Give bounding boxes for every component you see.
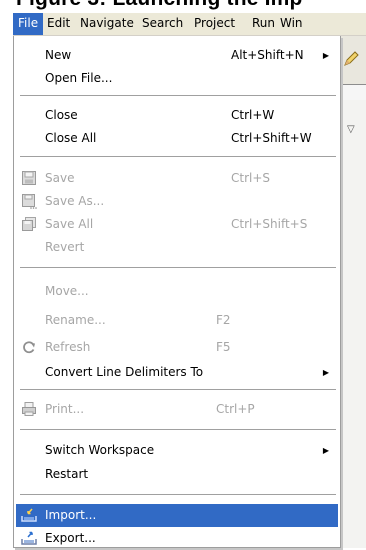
menu-item-label: Save All	[45, 217, 94, 231]
menu-item-shortcut: Ctrl+Shift+S	[231, 217, 308, 231]
menu-window[interactable]: Win	[275, 13, 308, 35]
menu-item-label: Save As...	[45, 194, 105, 208]
export-icon	[21, 531, 37, 545]
printer-icon	[22, 402, 36, 416]
menu-item-shortcut: Alt+Shift+N	[231, 48, 304, 62]
menu-separator	[20, 389, 336, 391]
refresh-icon	[23, 341, 35, 354]
menu-item-label: Revert	[45, 240, 85, 254]
menu-item-restart[interactable]: Restart	[16, 463, 338, 486]
menu-item-revert[interactable]: Revert	[16, 236, 338, 259]
menu-search[interactable]: Search	[137, 13, 188, 35]
menu-edit[interactable]: Edit	[42, 13, 75, 35]
menu-item-rename[interactable]: Rename... F2	[16, 309, 338, 332]
menu-item-save[interactable]: Save Ctrl+S	[16, 167, 338, 190]
submenu-arrow-icon: ▶	[322, 446, 329, 455]
menu-item-label: New	[45, 48, 72, 62]
menu-item-shortcut: Ctrl+P	[216, 402, 255, 416]
file-menu-dropdown: New Alt+Shift+N ▶ Open File... Close Ctr…	[13, 36, 341, 548]
menu-item-print[interactable]: Print... Ctrl+P	[16, 398, 338, 421]
menu-item-label: Save	[45, 171, 75, 185]
save-as-icon	[22, 194, 37, 209]
menu-separator	[20, 429, 336, 431]
submenu-arrow-icon: ▶	[322, 368, 329, 377]
view-panel	[342, 100, 366, 548]
menu-item-label: Close All	[45, 131, 97, 145]
view-menu-icon[interactable]: ▽	[347, 124, 355, 135]
menu-item-new[interactable]: New Alt+Shift+N ▶	[16, 44, 338, 67]
menu-item-label: Refresh	[45, 340, 91, 354]
menu-item-convert-line-delimiters[interactable]: Convert Line Delimiters To ▶	[16, 361, 338, 384]
menu-item-label: Print...	[45, 402, 85, 416]
menu-item-refresh[interactable]: Refresh F5	[16, 336, 338, 359]
menu-item-label: Move...	[45, 284, 89, 298]
submenu-arrow-icon: ▶	[322, 51, 329, 60]
save-icon	[22, 171, 36, 185]
save-all-icon	[22, 217, 36, 231]
menu-item-label: Import...	[45, 508, 97, 522]
menu-file[interactable]: File	[13, 13, 44, 35]
menu-separator	[20, 267, 336, 269]
menu-item-close-all[interactable]: Close All Ctrl+Shift+W	[16, 127, 338, 150]
menu-item-shortcut: F5	[216, 340, 231, 354]
menu-item-label: Export...	[45, 531, 96, 545]
menu-item-label: Convert Line Delimiters To	[45, 365, 204, 379]
menu-item-switch-workspace[interactable]: Switch Workspace ▶	[16, 439, 338, 462]
menu-item-shortcut: Ctrl+W	[231, 108, 275, 122]
menu-item-shortcut: F2	[216, 313, 231, 327]
menu-item-save-as[interactable]: Save As...	[16, 190, 338, 213]
import-icon	[21, 508, 37, 522]
menu-separator	[20, 156, 336, 158]
menu-item-import[interactable]: Import...	[16, 504, 338, 527]
pencil-icon[interactable]	[342, 50, 360, 68]
menu-bar: File Edit Navigate Search Project Run Wi…	[13, 13, 366, 36]
menu-navigate[interactable]: Navigate	[75, 13, 139, 35]
menu-item-shortcut: Ctrl+Shift+W	[231, 131, 312, 145]
menu-project[interactable]: Project	[189, 13, 240, 35]
menu-item-label: Restart	[45, 467, 89, 481]
menu-item-save-all[interactable]: Save All Ctrl+Shift+S	[16, 213, 338, 236]
menu-item-open-file[interactable]: Open File...	[16, 67, 338, 90]
menu-item-move[interactable]: Move...	[16, 280, 338, 303]
menu-item-label: Rename...	[45, 313, 106, 327]
menu-item-shortcut: Ctrl+S	[231, 171, 271, 185]
menu-item-export[interactable]: Export...	[16, 527, 338, 550]
menu-item-label: Close	[45, 108, 78, 122]
menu-separator	[20, 95, 336, 97]
menu-item-close[interactable]: Close Ctrl+W	[16, 104, 338, 127]
menu-separator	[20, 494, 336, 496]
page-title: Figure 3: Launching the Imp	[16, 0, 303, 11]
menu-item-label: Switch Workspace	[45, 443, 155, 457]
menu-item-label: Open File...	[45, 71, 113, 85]
